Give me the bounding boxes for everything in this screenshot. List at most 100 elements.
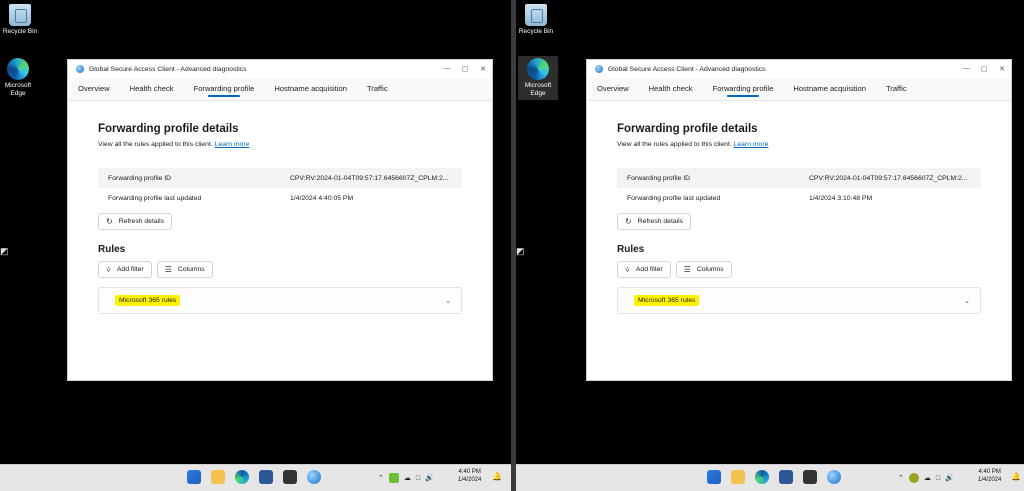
minimize-button[interactable]: —	[438, 65, 456, 73]
columns-icon: ☰	[683, 265, 691, 274]
last-updated-value: 1/4/2024 3:10:48 PM	[809, 194, 873, 202]
clock[interactable]: 4:40 PM 1/4/2024	[978, 468, 1001, 484]
windows-start-icon[interactable]	[707, 470, 721, 484]
forwarding-profile-content: Forwarding profile details View all the …	[68, 101, 492, 314]
desktop-icon-edge[interactable]: Microsoft Edge	[518, 56, 558, 100]
system-tray: ⌃ ☁ □ 🔊	[898, 465, 959, 491]
global-secure-access-icon	[76, 65, 84, 73]
add-filter-button[interactable]: ⩒ Add filter	[98, 261, 152, 278]
store-icon[interactable]	[779, 470, 793, 484]
desktop-icon-edge[interactable]: Microsoft Edge	[0, 58, 38, 98]
windows-start-icon[interactable]	[187, 470, 201, 484]
rules-toolbar: ⩒ Add filter ☰ Columns	[98, 261, 462, 278]
tab-traffic[interactable]: Traffic	[367, 78, 388, 100]
volume-icon[interactable]: 🔊	[425, 474, 434, 482]
tab-bar: Overview Health check Forwarding profile…	[68, 78, 492, 101]
description-text: View all the rules applied to this clien…	[617, 141, 732, 148]
chevron-down-icon[interactable]: ⌄	[964, 297, 970, 305]
columns-button[interactable]: ☰ Columns	[675, 261, 732, 278]
recycle-bin-icon	[525, 4, 547, 26]
tab-health-check[interactable]: Health check	[649, 78, 693, 100]
side-expand-icon[interactable]: ◩	[0, 246, 9, 257]
profile-id-value: CPV:RV:2024-01-04T09:57:17.6456607Z_CPLM…	[290, 174, 449, 182]
bell-icon[interactable]: 🔔	[1011, 472, 1021, 481]
title-bar[interactable]: Global Secure Access Client - Advanced d…	[68, 60, 492, 78]
recycle-bin-label: Recycle Bin	[2, 28, 38, 35]
description-text: View all the rules applied to this clien…	[98, 141, 213, 148]
tab-forwarding-profile[interactable]: Forwarding profile	[194, 78, 254, 100]
rule-group-expander[interactable]: Microsoft 365 rules ⌄	[98, 287, 462, 314]
learn-more-link[interactable]: Learn more	[215, 141, 250, 148]
terminal-icon[interactable]	[803, 470, 817, 484]
rules-heading: Rules	[98, 244, 126, 255]
globe-icon[interactable]	[307, 470, 321, 484]
add-filter-button[interactable]: ⩒ Add filter	[617, 261, 671, 278]
profile-id-value: CPV:RV:2024-01-04T09:57:17.6456607Z_CPLM…	[809, 174, 968, 182]
store-icon[interactable]	[259, 470, 273, 484]
description: View all the rules applied to this clien…	[617, 141, 981, 148]
profile-id-label: Forwarding profile ID	[108, 174, 172, 182]
desktop-icon-recycle-bin[interactable]: Recycle Bin	[0, 4, 40, 36]
file-explorer-icon[interactable]	[731, 470, 745, 484]
columns-label: Columns	[177, 266, 205, 273]
minimize-button[interactable]: —	[957, 65, 975, 73]
add-filter-label: Add filter	[116, 266, 144, 273]
wifi-icon[interactable]: □	[936, 475, 940, 482]
chevron-up-icon[interactable]: ⌃	[378, 474, 384, 482]
edge-icon	[527, 58, 549, 80]
refresh-details-button[interactable]: ↻ Refresh details	[98, 213, 173, 230]
edge-label-line1: Microsoft	[524, 82, 552, 89]
recycle-bin-label: Recycle Bin	[518, 28, 554, 35]
network-icon[interactable]: ☁	[404, 474, 411, 482]
clock[interactable]: 4:40 PM 1/4/2024	[458, 468, 481, 484]
refresh-details-button[interactable]: ↻ Refresh details	[617, 213, 692, 230]
bell-icon[interactable]: 🔔	[492, 472, 502, 481]
profile-details: Forwarding profile ID CPV:RV:2024-01-04T…	[98, 168, 462, 208]
rule-group-expander[interactable]: Microsoft 365 rules ⌄	[617, 287, 981, 314]
volume-icon[interactable]: 🔊	[945, 474, 954, 482]
columns-icon: ☰	[164, 265, 172, 274]
profile-details: Forwarding profile ID CPV:RV:2024-01-04T…	[617, 168, 981, 208]
columns-button[interactable]: ☰ Columns	[156, 261, 213, 278]
terminal-icon[interactable]	[283, 470, 297, 484]
close-button[interactable]: ✕	[993, 65, 1011, 73]
tab-hostname-acquisition[interactable]: Hostname acquisition	[793, 78, 866, 100]
file-explorer-icon[interactable]	[211, 470, 225, 484]
tab-hostname-acquisition[interactable]: Hostname acquisition	[274, 78, 347, 100]
maximize-button[interactable]: ▢	[456, 65, 474, 73]
rule-group-name: Microsoft 365 rules	[634, 295, 700, 306]
tab-health-check[interactable]: Health check	[130, 78, 174, 100]
edge-taskbar-icon[interactable]	[755, 470, 769, 484]
desktop-icon-recycle-bin[interactable]: Recycle Bin	[516, 4, 556, 36]
clock-date: 1/4/2024	[458, 477, 482, 483]
learn-more-link[interactable]: Learn more	[734, 141, 769, 148]
tab-traffic[interactable]: Traffic	[886, 78, 907, 100]
globe-icon[interactable]	[827, 470, 841, 484]
tab-overview[interactable]: Overview	[597, 78, 629, 100]
gsa-tray-icon[interactable]	[908, 473, 919, 483]
tab-forwarding-profile[interactable]: Forwarding profile	[713, 78, 773, 100]
chevron-up-icon[interactable]: ⌃	[898, 474, 904, 482]
gsa-tray-icon[interactable]	[388, 473, 399, 483]
title-bar[interactable]: Global Secure Access Client - Advanced d…	[587, 60, 1011, 78]
close-button[interactable]: ✕	[474, 65, 492, 73]
last-updated-row: Forwarding profile last updated 1/4/2024…	[617, 188, 981, 208]
page-title: Forwarding profile details	[98, 123, 239, 135]
network-icon[interactable]: ☁	[924, 474, 931, 482]
edge-icon	[7, 58, 29, 80]
description: View all the rules applied to this clien…	[98, 141, 462, 148]
maximize-button[interactable]: ▢	[975, 65, 993, 73]
refresh-label: Refresh details	[637, 218, 684, 225]
tab-overview[interactable]: Overview	[78, 78, 110, 100]
edge-taskbar-icon[interactable]	[235, 470, 249, 484]
chevron-down-icon[interactable]: ⌄	[445, 297, 451, 305]
rules-heading: Rules	[617, 244, 645, 255]
columns-label: Columns	[696, 266, 724, 273]
filter-icon: ⩒	[106, 264, 111, 274]
right-screen: Recycle Bin Microsoft Edge ◩ Global Secu…	[516, 0, 1024, 491]
diagnostics-window: Global Secure Access Client - Advanced d…	[67, 59, 493, 381]
recycle-bin-icon	[9, 4, 31, 26]
side-expand-icon[interactable]: ◩	[516, 246, 525, 257]
wifi-icon[interactable]: □	[416, 475, 420, 482]
rules-toolbar: ⩒ Add filter ☰ Columns	[617, 261, 981, 278]
